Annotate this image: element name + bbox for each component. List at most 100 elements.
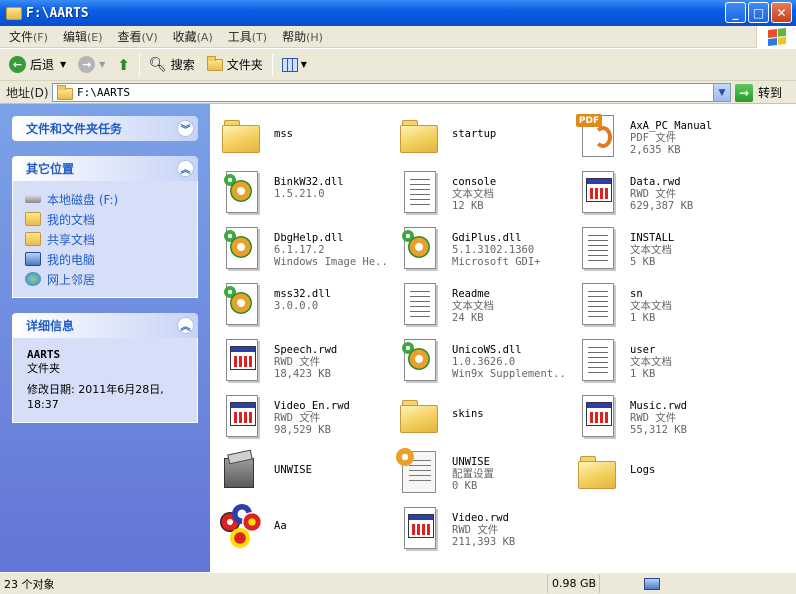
rwd-file-icon (218, 392, 266, 440)
menu-file[interactable]: 文件(F) (9, 28, 48, 45)
other-places-header[interactable]: 其它位置 ︽ (12, 156, 198, 181)
file-size: Win9x Supplement... (452, 368, 566, 380)
link-my-documents[interactable]: 我的文档 (25, 209, 187, 229)
file-type: 1.5.21.0 (274, 188, 325, 200)
other-places-panel: 其它位置 ︽ 本地磁盘 (F:) 我的文档 共享文档 我的电脑 网上邻居 (12, 156, 198, 298)
window-title: F:\AARTS (26, 5, 89, 21)
file-type: RWD 文件 (274, 412, 321, 424)
file-item[interactable]: DbgHelp.dll 6.1.17.2 Windows Image He... (218, 224, 388, 276)
link-network-places[interactable]: 网上邻居 (25, 269, 187, 289)
file-item[interactable]: GdiPlus.dll 5.1.3102.1360 Microsoft GDI+ (396, 224, 566, 276)
rwd-file-icon (574, 392, 622, 440)
file-item[interactable]: Speech.rwd RWD 文件 18,423 KB (218, 336, 388, 388)
file-item[interactable]: UNWISE (218, 448, 388, 500)
file-item[interactable]: Logs (574, 448, 744, 500)
link-my-computer[interactable]: 我的电脑 (25, 249, 187, 269)
title-bar[interactable]: F:\AARTS _ □ ✕ (0, 0, 796, 26)
file-item[interactable]: PDF AxA_PC_Manual PDF 文件 2,635 KB (574, 112, 744, 164)
file-item[interactable]: UnicoWS.dll 1.0.3626.0 Win9x Supplement... (396, 336, 566, 388)
toolbar-separator (271, 53, 273, 76)
folder-icon (396, 112, 444, 160)
task-pane: 文件和文件夹任务 ︾ 其它位置 ︽ 本地磁盘 (F:) 我的文档 共享文档 我的… (0, 104, 210, 572)
rwd-file-icon (218, 336, 266, 384)
collapse-icon[interactable]: ︽ (177, 317, 194, 334)
minimize-button[interactable]: _ (725, 2, 746, 23)
file-item[interactable]: sn 文本文档 1 KB (574, 280, 744, 332)
file-item[interactable]: INSTALL 文本文档 5 KB (574, 224, 744, 276)
file-name: GdiPlus.dll (452, 232, 522, 244)
file-name: INSTALL (630, 232, 675, 244)
drive-icon (25, 195, 41, 203)
file-list[interactable]: mss startup PDF AxA_PC_Manual PDF 文件 2,635 KB… (210, 104, 796, 572)
menu-favorites[interactable]: 收藏(A) (173, 28, 213, 45)
installer-icon (218, 448, 266, 496)
search-icon: 🔍︎ (148, 56, 167, 73)
file-name: mss32.dll (274, 288, 331, 300)
file-size: 2,635 KB (630, 144, 681, 156)
dll-file-icon (396, 224, 444, 272)
file-tasks-header[interactable]: 文件和文件夹任务 ︾ (12, 116, 198, 141)
file-item[interactable]: Aa (218, 504, 388, 556)
collapse-icon[interactable]: ︽ (177, 160, 194, 177)
link-shared-documents[interactable]: 共享文档 (25, 229, 187, 249)
my-documents-icon (25, 212, 41, 226)
link-local-disk[interactable]: 本地磁盘 (F:) (25, 189, 187, 209)
folders-button[interactable]: 文件夹 (204, 52, 266, 78)
text-document-icon (574, 224, 622, 272)
computer-icon (25, 252, 41, 266)
file-item[interactable]: Video.rwd RWD 文件 211,393 KB (396, 504, 566, 556)
expand-icon[interactable]: ︾ (177, 120, 194, 137)
file-type: RWD 文件 (452, 524, 499, 536)
file-item[interactable]: UNWISE 配置设置 0 KB (396, 448, 566, 500)
file-item[interactable]: BinkW32.dll 1.5.21.0 (218, 168, 388, 220)
file-item[interactable]: startup (396, 112, 566, 164)
file-item[interactable]: console 文本文档 12 KB (396, 168, 566, 220)
back-arrow-icon: ← (9, 56, 26, 73)
computer-icon (644, 577, 660, 590)
menu-tools[interactable]: 工具(T) (228, 28, 267, 45)
shared-documents-icon (25, 232, 41, 246)
menu-view[interactable]: 查看(V) (118, 28, 158, 45)
file-item[interactable]: Readme 文本文档 24 KB (396, 280, 566, 332)
detail-modified: 修改日期: 2011年6月28日, 18:37 (27, 383, 164, 411)
file-name: Music.rwd (630, 400, 687, 412)
menu-edit[interactable]: 编辑(E) (63, 28, 103, 45)
file-item[interactable]: Video_En.rwd RWD 文件 98,529 KB (218, 392, 388, 444)
file-item[interactable]: Data.rwd RWD 文件 629,387 KB (574, 168, 744, 220)
chevron-down-icon[interactable]: ▼ (60, 60, 66, 69)
file-item[interactable]: mss (218, 112, 388, 164)
file-item[interactable]: skins (396, 392, 566, 444)
file-item[interactable]: user 文本文档 1 KB (574, 336, 744, 388)
maximize-button[interactable]: □ (748, 2, 769, 23)
chevron-down-icon[interactable]: ▼ (99, 60, 105, 69)
rwd-file-icon (396, 504, 444, 552)
address-input[interactable]: F:\AARTS ▼ (52, 83, 731, 102)
file-item[interactable]: mss32.dll 3.0.0.0 (218, 280, 388, 332)
file-name: UNWISE (274, 464, 312, 476)
file-name: console (452, 176, 497, 188)
views-button[interactable]: ▼ (279, 52, 310, 78)
forward-button[interactable]: → ▼ (75, 52, 108, 78)
up-button[interactable]: ⬆ (114, 52, 133, 78)
folder-icon (396, 392, 444, 440)
file-type: 文本文档 (630, 356, 672, 368)
up-folder-icon: ⬆ (117, 55, 130, 74)
file-item[interactable]: Music.rwd RWD 文件 55,312 KB (574, 392, 744, 444)
search-button[interactable]: 🔍︎ 搜索 (146, 52, 198, 78)
file-size: 98,529 KB (274, 424, 331, 436)
file-type: 文本文档 (630, 300, 672, 312)
details-header[interactable]: 详细信息 ︽ (12, 313, 198, 338)
file-type: 配置设置 (452, 468, 494, 480)
back-button[interactable]: ← 后退 ▼ (6, 52, 69, 78)
status-location (600, 575, 796, 593)
go-button[interactable]: → 转到 (735, 83, 782, 102)
file-name: BinkW32.dll (274, 176, 344, 188)
close-button[interactable]: ✕ (771, 2, 792, 23)
file-name: UNWISE (452, 456, 490, 468)
dll-file-icon (218, 224, 266, 272)
file-name: UnicoWS.dll (452, 344, 522, 356)
file-name: Video.rwd (452, 512, 509, 524)
file-size: Microsoft GDI+ (452, 256, 541, 268)
menu-help[interactable]: 帮助(H) (282, 28, 323, 45)
address-dropdown-button[interactable]: ▼ (713, 84, 730, 101)
